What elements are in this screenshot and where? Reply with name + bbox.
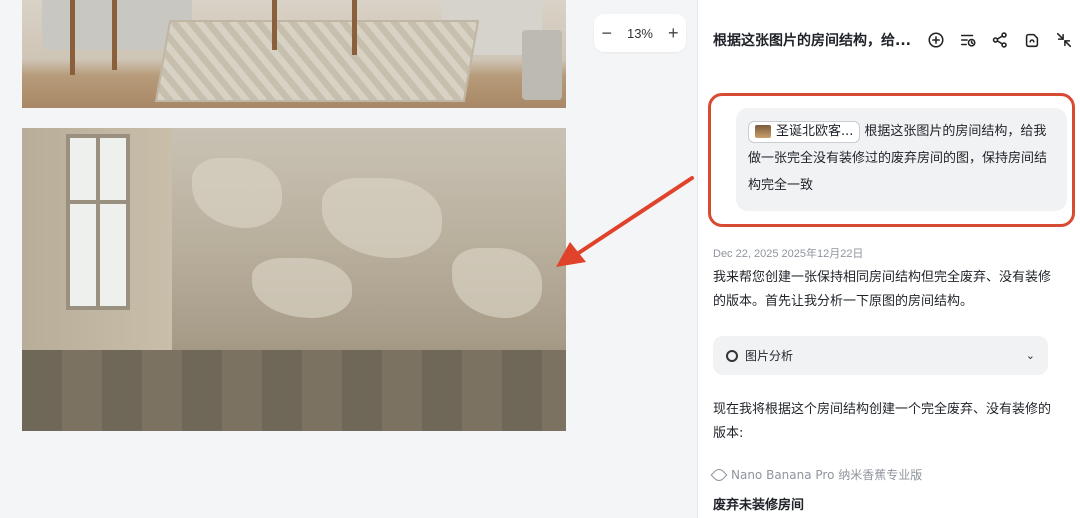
assistant-followup: 现在我将根据这个房间结构创建一个完全废弃、没有装修的版本:: [713, 402, 1052, 441]
floor-shape: [22, 350, 566, 431]
stool-leg: [70, 0, 75, 75]
zoom-out-button[interactable]: −: [601, 24, 612, 42]
chat-header: 根据这张图片的房间结构，给...: [698, 0, 1080, 78]
image-analysis-card[interactable]: 图片分析 ⌄: [713, 336, 1048, 375]
header-actions: [926, 30, 1074, 50]
image-thumbnail: [755, 125, 771, 138]
abandoned-room-image[interactable]: [22, 128, 566, 431]
annotation-arrow: [556, 176, 694, 267]
chip-label: 圣诞北欧客...: [776, 123, 854, 139]
stool-leg: [112, 0, 117, 70]
history-icon[interactable]: [958, 30, 978, 50]
rug-shape: [154, 20, 480, 102]
image-reference-chip[interactable]: 圣诞北欧客...: [748, 120, 861, 143]
analysis-icon: [726, 349, 738, 362]
tool-label: 图片分析: [745, 349, 794, 363]
add-circle-icon[interactable]: [926, 30, 946, 50]
table-leg: [272, 0, 277, 50]
plant-pot-shape: [522, 30, 562, 100]
canvas-area: [0, 0, 695, 518]
peeling-paint-patch: [192, 158, 282, 228]
message-date: Dec 22, 2025 2025年12月22日: [713, 248, 864, 260]
peeling-paint-patch: [452, 248, 542, 318]
window-shape: [66, 134, 130, 310]
chat-title: 根据这张图片的房间结构，给...: [713, 33, 911, 49]
collapse-icon[interactable]: [1054, 30, 1074, 50]
assistant-intro: 我来帮您创建一张保持相同房间结构但完全废弃、没有装修的版本。首先让我分析一下原图…: [713, 270, 1052, 309]
original-room-image[interactable]: [22, 0, 566, 108]
peeling-paint-patch: [252, 258, 352, 318]
zoom-control: − 13% +: [594, 14, 686, 52]
chat-panel: 根据这张图片的房间结构，给... 圣诞北欧客... 根据这张图片的房间结构，给我…: [697, 0, 1080, 518]
peeling-paint-patch: [322, 178, 442, 258]
zoom-level: 13%: [626, 25, 653, 41]
cloud-icon[interactable]: [1022, 30, 1042, 50]
model-name: Nano Banana Pro 纳米香蕉专业版: [731, 468, 923, 482]
user-message: 圣诞北欧客... 根据这张图片的房间结构，给我做一张完全没有装修过的废弃房间的图…: [736, 108, 1067, 211]
model-icon: [710, 466, 728, 483]
chevron-down-icon[interactable]: ⌄: [1026, 349, 1035, 362]
table-leg: [352, 0, 357, 55]
share-icon[interactable]: [990, 30, 1010, 50]
model-tag: Nano Banana Pro 纳米香蕉专业版: [710, 466, 923, 483]
result-title: 废弃未装修房间: [713, 498, 805, 513]
zoom-in-button[interactable]: +: [668, 24, 679, 42]
